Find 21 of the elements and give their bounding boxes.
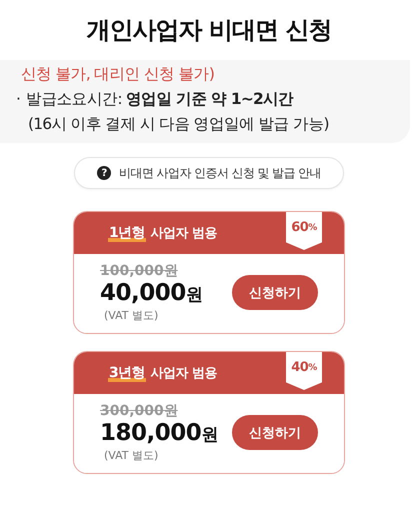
- warning-text: 신청 불가, 대리인 신청 불가): [20, 64, 216, 85]
- discount-badge: 60%: [286, 212, 322, 250]
- guide-button[interactable]: ? 비대면 사업자 인증서 신청 및 발급 안내: [74, 157, 344, 189]
- sale-price: 40,000원: [100, 280, 202, 308]
- plan-term: 3년형: [108, 364, 146, 382]
- original-price: 300,000원: [100, 402, 179, 420]
- original-price: 100,000원: [100, 262, 179, 280]
- issue-note: (16시 이후 결제 시 다음 영업일에 발급 가능): [27, 114, 330, 135]
- vat-note: (VAT 별도): [103, 448, 160, 463]
- sale-price: 180,000원: [100, 420, 218, 448]
- page-title: 개인사업자 비대면 신청: [86, 15, 332, 46]
- bullet-mark: ·: [16, 89, 20, 110]
- issue-time-text: 발급소요시간: 영업일 기준 약 1~2시간: [26, 89, 294, 110]
- apply-button[interactable]: 신청하기: [232, 415, 318, 450]
- discount-badge: 40%: [286, 352, 322, 390]
- plan-name: 사업자 범용: [150, 365, 217, 382]
- apply-button[interactable]: 신청하기: [232, 275, 318, 310]
- plan-name: 사업자 범용: [150, 225, 217, 242]
- vat-note: (VAT 별도): [103, 308, 160, 323]
- help-icon: ?: [97, 166, 112, 180]
- plan-term: 1년형: [108, 224, 146, 242]
